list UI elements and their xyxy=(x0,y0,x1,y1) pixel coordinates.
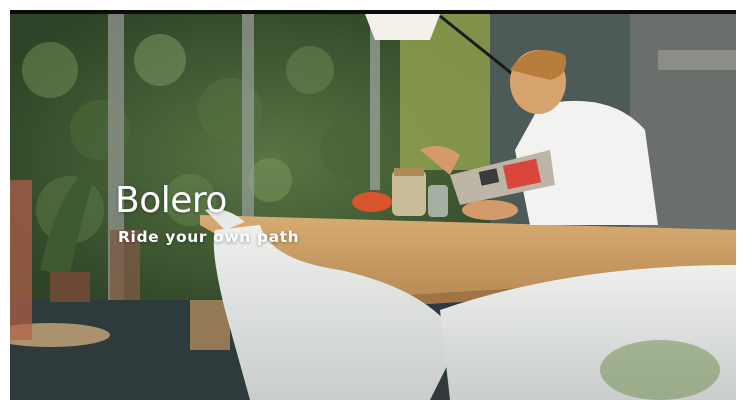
glass-jar xyxy=(392,170,426,216)
top-border xyxy=(10,10,736,14)
brand-tagline: Ride your own path xyxy=(118,228,300,246)
pendant-lamp xyxy=(365,14,440,40)
hero-image-frame: Bolero Ride your own path xyxy=(10,10,736,400)
brand-logo: Bolero xyxy=(115,180,227,221)
bowl xyxy=(352,192,392,212)
